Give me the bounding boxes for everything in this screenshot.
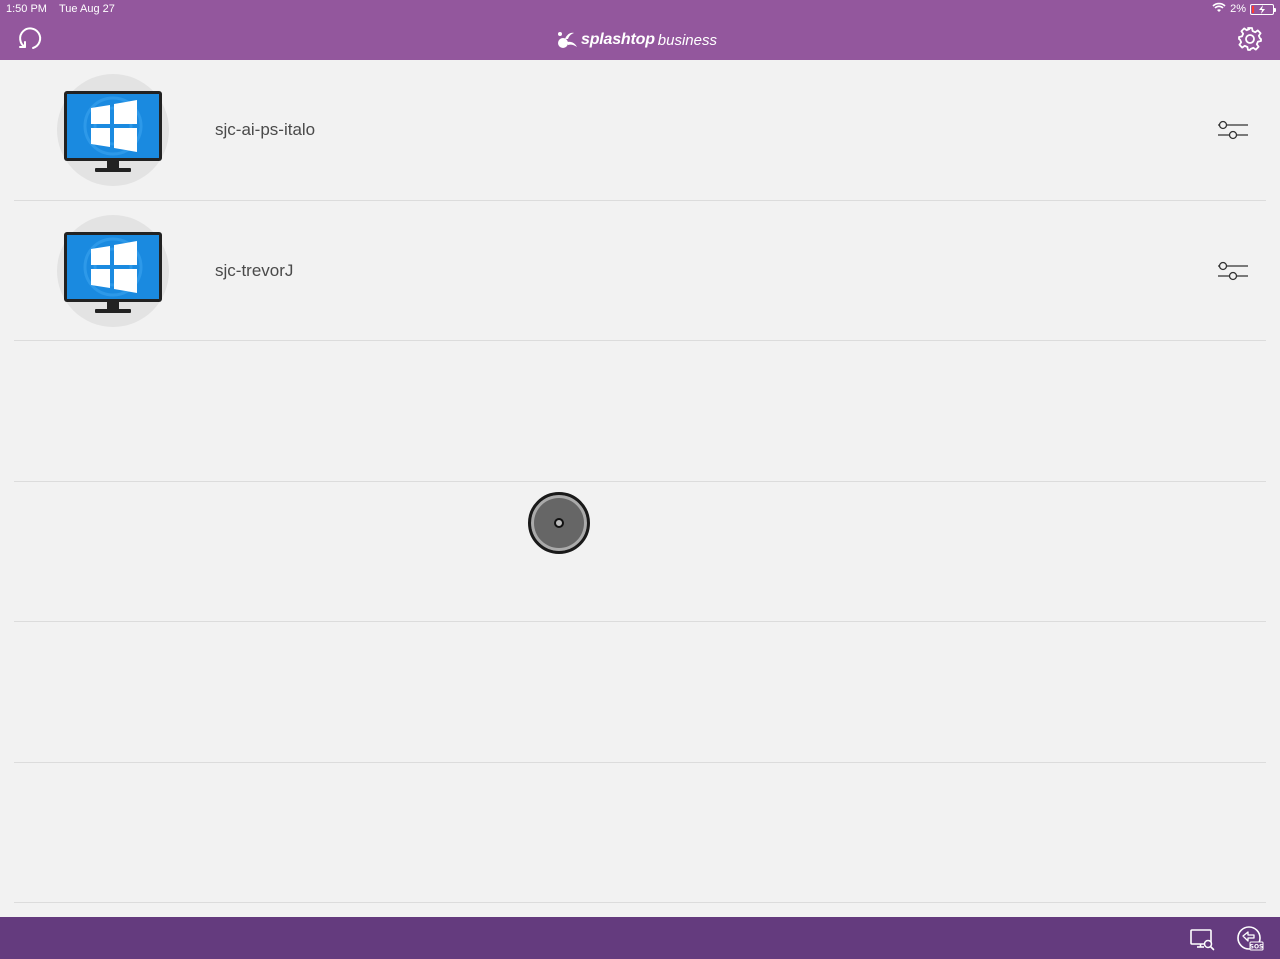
logo-suffix: business	[657, 31, 717, 49]
empty-row	[14, 763, 1266, 903]
battery-percent: 2%	[1230, 3, 1246, 15]
computer-list: sjc-ai-ps-italo sjc-trevorJ	[14, 60, 1266, 903]
empty-row	[14, 622, 1266, 763]
splashtop-logo-icon	[558, 32, 577, 48]
sliders-icon	[1218, 120, 1248, 140]
bottom-bar: SOS	[0, 917, 1280, 959]
touch-indicator	[528, 492, 590, 554]
computer-row[interactable]: sjc-trevorJ	[14, 201, 1266, 341]
wifi-icon	[1212, 2, 1226, 16]
computer-avatar	[57, 214, 169, 327]
status-indicators: 2%	[1212, 2, 1276, 16]
refresh-icon	[19, 27, 42, 49]
status-time: 1:50 PM	[6, 3, 47, 15]
computer-name[interactable]: sjc-ai-ps-italo	[215, 120, 315, 140]
empty-row	[14, 482, 1266, 622]
computer-options-button[interactable]	[1216, 118, 1250, 142]
windows-monitor-icon	[64, 91, 162, 172]
computer-options-button[interactable]	[1216, 259, 1250, 283]
computer-row[interactable]: sjc-ai-ps-italo	[14, 60, 1266, 201]
windows-monitor-icon	[64, 231, 162, 313]
settings-gear-icon	[1238, 27, 1262, 51]
computer-avatar	[57, 74, 169, 186]
empty-row	[14, 341, 1266, 482]
svg-text:SOS: SOS	[1250, 944, 1264, 951]
refresh-button[interactable]	[16, 25, 44, 53]
sos-button[interactable]: SOS	[1236, 925, 1264, 953]
computer-search-button[interactable]	[1188, 925, 1216, 953]
battery-icon	[1250, 3, 1276, 15]
sliders-icon	[1218, 261, 1248, 280]
settings-button[interactable]	[1236, 25, 1264, 53]
computer-name[interactable]: sjc-trevorJ	[215, 261, 293, 281]
top-bar: 1:50 PM Tue Aug 27 2% splashtop business	[0, 0, 1280, 60]
sos-icon: SOS	[1237, 926, 1264, 951]
computer-search-icon	[1190, 929, 1215, 951]
splashtop-logo: splashtop business	[556, 29, 717, 51]
status-date: Tue Aug 27	[59, 3, 115, 15]
logo-brand: splashtop	[581, 31, 655, 48]
